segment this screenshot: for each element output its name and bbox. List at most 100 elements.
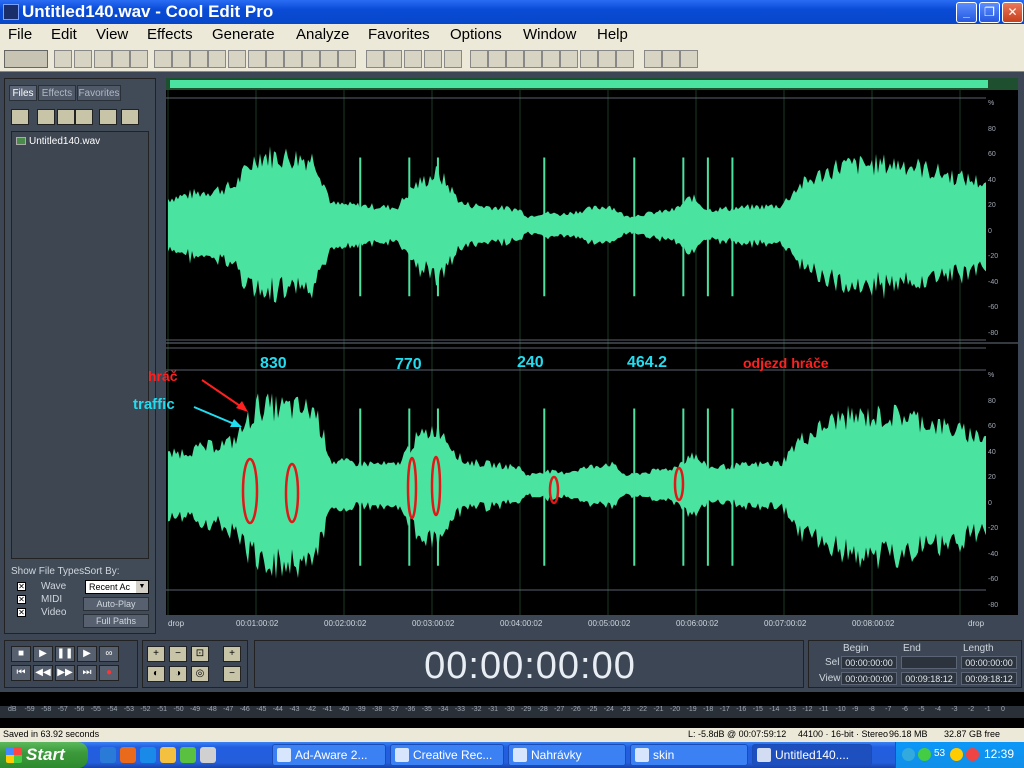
view-end-field[interactable]: 00:09:18:12 bbox=[901, 672, 957, 685]
paste-icon[interactable] bbox=[266, 50, 284, 68]
menu-favorites[interactable]: Favorites bbox=[368, 26, 430, 43]
menu-generate[interactable]: Generate bbox=[212, 26, 275, 43]
save-icon[interactable] bbox=[112, 50, 130, 68]
frequency-icon[interactable] bbox=[598, 50, 616, 68]
zoom-in-vertical-icon[interactable]: + bbox=[223, 646, 241, 662]
record-icon[interactable]: ● bbox=[99, 665, 119, 681]
tab-files[interactable]: Files bbox=[9, 85, 37, 101]
zoom-out-icon[interactable]: − bbox=[169, 646, 187, 662]
zoom-left-icon[interactable]: ◐ bbox=[147, 666, 165, 682]
multitrack-icon[interactable] bbox=[470, 50, 488, 68]
zoom-right-icon[interactable]: ◑ bbox=[169, 666, 187, 682]
wave-type-checkbox[interactable]: ✕ bbox=[17, 582, 26, 591]
tray-icon[interactable] bbox=[950, 748, 963, 761]
mix-paste-icon[interactable] bbox=[302, 50, 320, 68]
minimize-button[interactable]: _ bbox=[956, 2, 977, 23]
tray-icon[interactable] bbox=[918, 748, 931, 761]
snap-icon[interactable] bbox=[560, 50, 578, 68]
delete-silence-icon[interactable] bbox=[338, 50, 356, 68]
sel-begin-field[interactable]: 00:00:00:00 bbox=[841, 656, 897, 669]
cut-icon[interactable] bbox=[248, 50, 266, 68]
full-paths-button[interactable]: Full Paths bbox=[83, 614, 149, 628]
time-ruler[interactable]: drop 00:01:00:02 00:02:00:02 00:03:00:02 00:… bbox=[166, 615, 1018, 632]
properties-icon[interactable] bbox=[662, 50, 680, 68]
menu-window[interactable]: Window bbox=[523, 26, 576, 43]
close-button[interactable]: ✕ bbox=[1002, 2, 1023, 23]
paste-new-icon[interactable] bbox=[284, 50, 302, 68]
go-to-start-icon[interactable]: ⏮ bbox=[11, 665, 31, 681]
view-begin-field[interactable]: 00:00:00:00 bbox=[841, 672, 897, 685]
zoom-tool-icon[interactable] bbox=[542, 50, 560, 68]
cursor-icon[interactable] bbox=[524, 50, 542, 68]
zoom-out-vertical-icon[interactable]: − bbox=[223, 666, 241, 682]
undo-icon[interactable] bbox=[154, 50, 172, 68]
play-icon[interactable]: ▶ bbox=[33, 646, 53, 662]
list-item[interactable]: Untitled140.wav bbox=[16, 136, 100, 147]
repeat-icon[interactable] bbox=[190, 50, 208, 68]
tab-effects[interactable]: Effects bbox=[38, 85, 76, 101]
title-bar[interactable]: Untitled140.wav - Cool Edit Pro _ ❐ ✕ bbox=[0, 0, 1024, 24]
menu-file[interactable]: File bbox=[8, 26, 32, 43]
task-creative-rec[interactable]: Creative Rec... bbox=[390, 744, 504, 766]
go-to-end-icon[interactable]: ⏭ bbox=[77, 665, 97, 681]
help-icon[interactable] bbox=[680, 50, 698, 68]
menu-analyze[interactable]: Analyze bbox=[296, 26, 349, 43]
window-icon[interactable] bbox=[616, 50, 634, 68]
auto-play-button[interactable]: Auto-Play bbox=[83, 597, 149, 611]
new-file-icon[interactable] bbox=[54, 50, 72, 68]
overview-bar[interactable] bbox=[166, 78, 1018, 90]
copy-new-icon[interactable] bbox=[228, 50, 246, 68]
envelope-icon[interactable] bbox=[366, 50, 384, 68]
start-button[interactable]: Start bbox=[0, 742, 88, 768]
open-folder-icon[interactable] bbox=[11, 109, 29, 125]
play-to-end-icon[interactable]: ▶ bbox=[77, 646, 97, 662]
marker-icon[interactable] bbox=[404, 50, 422, 68]
metronome-icon[interactable] bbox=[444, 50, 462, 68]
tray-icon[interactable] bbox=[966, 748, 979, 761]
copy-icon[interactable] bbox=[208, 50, 226, 68]
zoom-in-icon[interactable]: + bbox=[147, 646, 165, 662]
show-desktop-icon[interactable] bbox=[100, 747, 116, 763]
close-file-icon[interactable] bbox=[94, 50, 112, 68]
file-list[interactable]: Untitled140.wav bbox=[11, 131, 149, 559]
open-file-icon[interactable] bbox=[74, 50, 92, 68]
firefox-icon[interactable] bbox=[120, 747, 136, 763]
menu-effects[interactable]: Effects bbox=[147, 26, 193, 43]
task-nahravky[interactable]: Nahrávky bbox=[508, 744, 626, 766]
menu-view[interactable]: View bbox=[96, 26, 128, 43]
quicklaunch-icon[interactable] bbox=[140, 747, 156, 763]
task-ad-aware[interactable]: Ad-Aware 2... bbox=[272, 744, 386, 766]
waveform-view-toggle-button[interactable] bbox=[4, 50, 48, 68]
midi-type-checkbox[interactable]: ✕ bbox=[17, 595, 26, 604]
video-type-checkbox[interactable]: ✕ bbox=[17, 608, 26, 617]
insert-icon[interactable] bbox=[75, 109, 93, 125]
redo-icon[interactable] bbox=[172, 50, 190, 68]
trim-icon[interactable] bbox=[320, 50, 338, 68]
home-icon[interactable] bbox=[160, 747, 176, 763]
maximize-button[interactable]: ❐ bbox=[979, 2, 1000, 23]
loop-icon[interactable] bbox=[424, 50, 442, 68]
zoom-full-icon[interactable]: ⊡ bbox=[191, 646, 209, 662]
menu-edit[interactable]: Edit bbox=[51, 26, 77, 43]
waveform-canvas[interactable] bbox=[166, 90, 1018, 627]
waveform-display[interactable]: % 80 60 40 20 0 -20 -40 -60 -80% 80 60 40 20 0 -20 -40 -6… bbox=[133, 78, 1018, 634]
zoom-selection-icon[interactable]: ◎ bbox=[191, 666, 209, 682]
sort-by-select[interactable]: Recent Ac ▼ bbox=[85, 580, 149, 594]
stop-icon[interactable]: ■ bbox=[11, 646, 31, 662]
quicklaunch-icon[interactable] bbox=[180, 747, 196, 763]
fast-forward-icon[interactable]: ▶▶ bbox=[55, 665, 75, 681]
help-icon[interactable] bbox=[121, 109, 139, 125]
quicklaunch-icon[interactable] bbox=[200, 747, 216, 763]
menu-options[interactable]: Options bbox=[450, 26, 502, 43]
close-icon[interactable] bbox=[37, 109, 55, 125]
tab-favorites[interactable]: Favorites bbox=[77, 85, 121, 101]
grid-icon[interactable] bbox=[580, 50, 598, 68]
settings-icon[interactable] bbox=[644, 50, 662, 68]
sel-end-field[interactable] bbox=[901, 656, 957, 669]
rewind-icon[interactable]: ◀◀ bbox=[33, 665, 53, 681]
task-skin[interactable]: skin bbox=[630, 744, 748, 766]
sel-length-field[interactable]: 00:00:00:00 bbox=[961, 656, 1017, 669]
tray-icon[interactable] bbox=[902, 748, 915, 761]
menu-help[interactable]: Help bbox=[597, 26, 628, 43]
options-icon[interactable] bbox=[99, 109, 117, 125]
